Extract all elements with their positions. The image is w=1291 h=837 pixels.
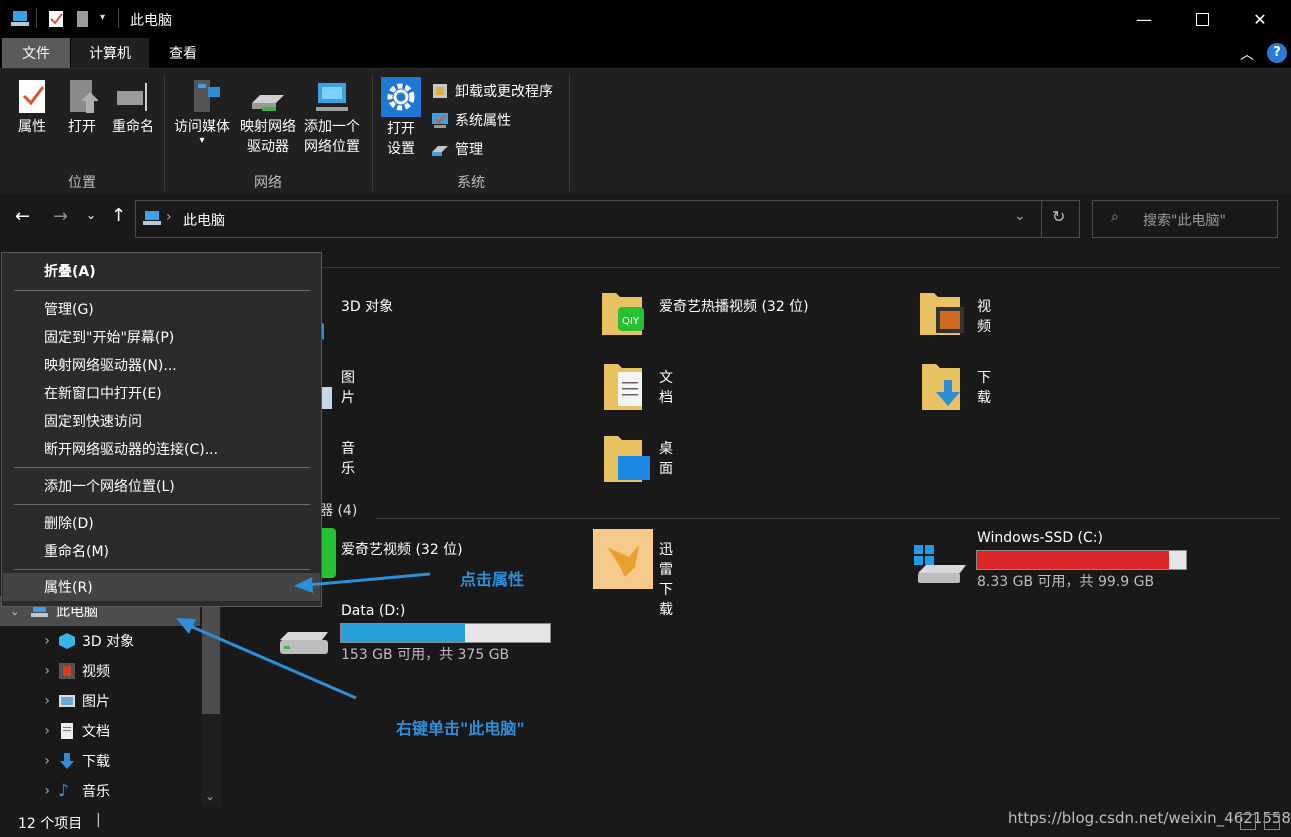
status-divider: | bbox=[96, 812, 101, 828]
item-count: 12 个项目 bbox=[18, 816, 83, 832]
annotation-click-properties: 点击属性 bbox=[460, 570, 525, 589]
annotation-arrows bbox=[176, 572, 431, 700]
large-icons-view-icon[interactable] bbox=[1264, 814, 1280, 830]
annotation-arrow bbox=[189, 624, 357, 700]
annotation-arrowhead bbox=[294, 577, 313, 593]
status-bar: 12 个项目 | https://blog.csdn.net/weixin_46… bbox=[0, 807, 1291, 837]
annotation-right-click: 右键单击"此电脑" bbox=[396, 719, 525, 738]
details-view-icon[interactable] bbox=[1240, 814, 1256, 830]
annotation-arrow bbox=[307, 572, 431, 587]
